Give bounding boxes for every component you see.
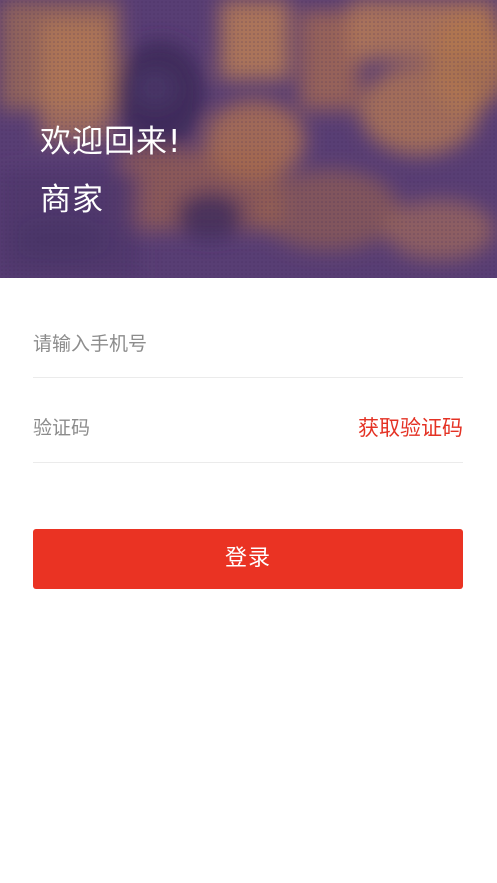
welcome-title: 欢迎回来! <box>40 124 182 160</box>
phone-input[interactable] <box>33 324 333 364</box>
account-type-label: 商家 <box>40 182 104 218</box>
code-field: 获取验证码 <box>33 408 463 448</box>
verification-code-input[interactable] <box>33 408 333 448</box>
header-banner: 欢迎回来! 商家 <box>0 0 497 278</box>
phone-divider <box>33 377 463 378</box>
login-button[interactable]: 登录 <box>33 529 463 589</box>
phone-field <box>33 324 463 364</box>
code-divider <box>33 462 463 463</box>
login-page: 欢迎回来! 商家 获取验证码 登录 <box>0 0 497 883</box>
get-code-button[interactable]: 获取验证码 <box>358 408 463 448</box>
